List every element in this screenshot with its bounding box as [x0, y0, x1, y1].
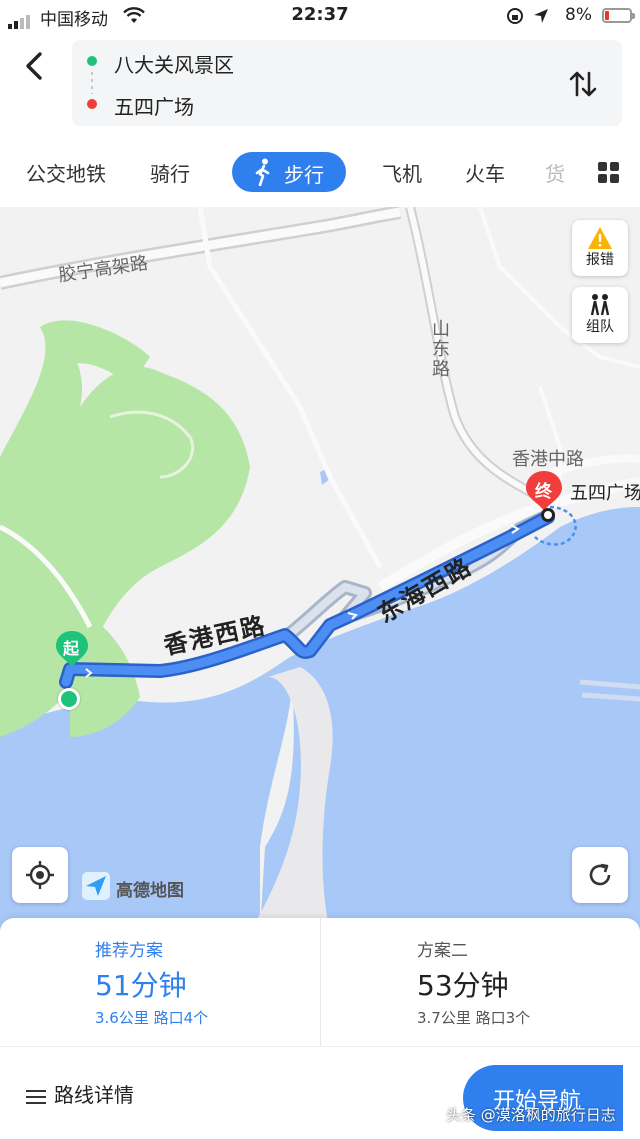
plan-meta: 3.7公里 路口3个 — [417, 1009, 531, 1027]
road-label-shandong: 山东路 — [429, 319, 450, 379]
tab-train[interactable]: 火车 — [465, 158, 505, 187]
tab-walking-label: 步行 — [284, 163, 324, 187]
plan-duration: 51分钟 — [95, 969, 187, 1002]
route-plans-panel: 推荐方案 51分钟 3.6公里 路口4个 方案二 53分钟 3.7公里 路口3个 — [0, 918, 640, 1046]
refresh-icon — [589, 863, 611, 886]
start-pin[interactable]: 起 — [56, 631, 88, 710]
road-label-xianggang-zhong: 香港中路 — [512, 449, 584, 470]
battery-icon — [602, 8, 635, 23]
travel-mode-tabs: 公交地铁 骑行 步行 飞机 火车 货 — [0, 146, 640, 198]
team-button[interactable]: 组队 — [572, 287, 628, 343]
end-pin-label: 终 — [535, 482, 552, 502]
route-connector — [91, 72, 93, 94]
end-location-field[interactable]: 五四广场 — [114, 91, 194, 120]
locate-icon — [26, 861, 54, 889]
plan-name: 推荐方案 — [95, 941, 163, 961]
route-plan-2[interactable]: 方案二 53分钟 3.7公里 路口3个 — [320, 918, 640, 1046]
report-error-button[interactable]: 报错 — [572, 220, 628, 276]
battery-percent: 8% — [565, 5, 592, 25]
start-point-icon — [58, 688, 80, 710]
back-icon[interactable] — [18, 48, 52, 84]
warning-icon — [588, 227, 612, 249]
list-icon — [26, 1086, 46, 1108]
route-input-box: 八大关风景区 五四广场 — [72, 40, 622, 126]
map-view[interactable]: 胶宁高架路 山东路 香港中路 香港西路 东海西路 起 终 五四广场 报错 组队 — [0, 207, 640, 932]
end-pin[interactable]: 终 — [526, 471, 562, 522]
amap-logo-text: 高德地图 — [116, 881, 184, 901]
plan-duration: 53分钟 — [417, 969, 509, 1002]
tab-flight[interactable]: 飞机 — [382, 158, 422, 187]
tab-freight[interactable]: 货 — [545, 158, 565, 187]
rotation-lock-icon — [507, 8, 523, 24]
route-details-label: 路线详情 — [54, 1083, 134, 1107]
plan-name: 方案二 — [417, 941, 468, 961]
status-bar: 中国移动 22:37 8% — [0, 0, 640, 32]
amap-logo-icon — [82, 872, 110, 900]
tab-walking[interactable]: 步行 — [232, 152, 346, 192]
route-details-button[interactable]: 路线详情 — [26, 1079, 134, 1108]
team-label: 组队 — [586, 319, 614, 335]
end-place-label: 五四广场 — [570, 483, 640, 504]
tab-transit[interactable]: 公交地铁 — [26, 158, 106, 187]
swap-icon[interactable] — [566, 68, 600, 100]
team-icon — [590, 294, 610, 316]
route-plan-1[interactable]: 推荐方案 51分钟 3.6公里 路口4个 — [0, 918, 321, 1046]
plan-meta: 3.6公里 路口4个 — [95, 1009, 209, 1027]
more-modes-grid-icon[interactable] — [598, 162, 620, 184]
watermark: 头条 @漠洛枫的旅行日志 — [446, 1106, 616, 1124]
tab-cycling[interactable]: 骑行 — [150, 158, 190, 187]
location-arrow-icon — [534, 9, 548, 23]
refresh-button[interactable] — [572, 847, 628, 903]
end-point-icon — [541, 508, 555, 522]
map-canvas — [0, 207, 640, 932]
end-dot-icon — [87, 99, 97, 109]
bottom-action-bar: 路线详情 开始导航 — [0, 1046, 640, 1139]
report-error-label: 报错 — [586, 252, 614, 268]
start-location-field[interactable]: 八大关风景区 — [114, 49, 234, 78]
walking-person-icon — [255, 158, 270, 186]
locate-me-button[interactable] — [12, 847, 68, 903]
start-dot-icon — [87, 56, 97, 66]
start-pin-label: 起 — [63, 639, 80, 658]
